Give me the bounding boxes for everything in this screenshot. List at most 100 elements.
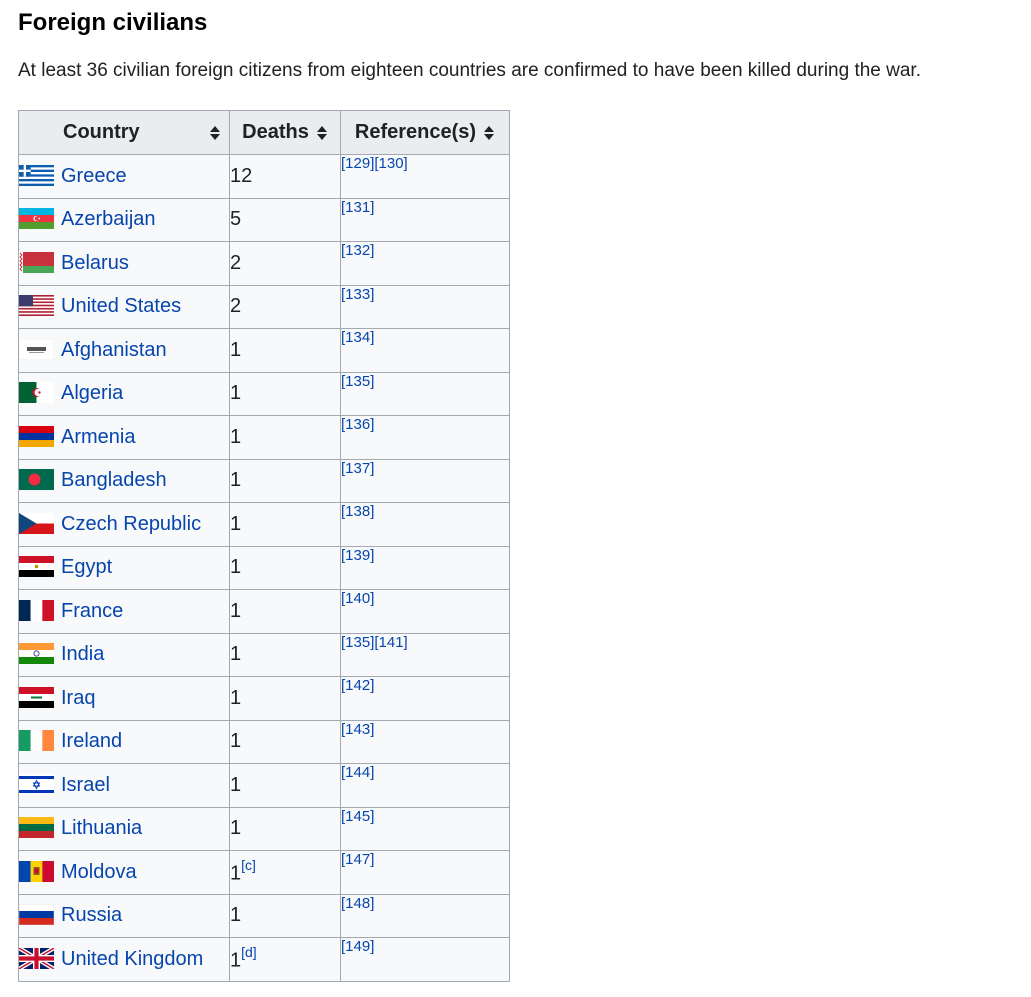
foreign-civilians-table: Country Deaths Reference(s) Greece 12 [129… [18,110,510,982]
india-flag-icon [19,643,54,665]
table-row: Egypt 1 [139] [18,545,510,590]
reference-link[interactable]: [149] [341,938,374,955]
reference-link[interactable]: [135][141] [341,634,408,651]
section-intro: At least 36 civilian foreign citizens fr… [18,60,921,81]
deaths-cell: 2 [229,284,341,329]
country-cell: India [18,632,230,677]
country-link[interactable]: Ireland [61,730,122,752]
israel-flag-icon [19,773,54,795]
country-cell: Afghanistan [18,328,230,373]
country-link[interactable]: Egypt [61,556,112,578]
reference-link[interactable]: [133] [341,286,374,303]
reference-link[interactable]: [148] [341,895,374,912]
reference-cell: [139] [340,545,510,590]
reference-cell: [149] [340,937,510,982]
country-cell: Bangladesh [18,458,230,503]
country-cell: Azerbaijan [18,197,230,242]
country-link[interactable]: Armenia [61,426,135,448]
reference-link[interactable]: [144] [341,764,374,781]
deaths-cell: 1 [229,806,341,851]
deaths-cell: 1 [229,458,341,503]
lithuania-flag-icon [19,817,54,839]
deaths-value: 1 [230,773,242,796]
reference-cell: [136] [340,415,510,460]
country-link[interactable]: United Kingdom [61,948,203,970]
reference-link[interactable]: [139] [341,547,374,564]
country-cell: United States [18,284,230,329]
reference-cell: [135][141] [340,632,510,677]
country-cell: Lithuania [18,806,230,851]
reference-link[interactable]: [142] [341,677,374,694]
country-cell: France [18,589,230,634]
country-link[interactable]: Afghanistan [61,339,167,361]
table-row: Bangladesh 1 [137] [18,458,510,503]
country-link[interactable]: France [61,600,123,622]
deaths-value: 1 [230,469,242,492]
united-states-flag-icon [19,295,54,317]
country-link[interactable]: United States [61,295,181,317]
deaths-value: 2 [230,251,242,274]
sort-icon[interactable] [484,125,495,141]
reference-link[interactable]: [140] [341,590,374,607]
reference-link[interactable]: [134] [341,329,374,346]
reference-link[interactable]: [145] [341,808,374,825]
iraq-flag-icon [19,686,54,708]
reference-link[interactable]: [136] [341,416,374,433]
azerbaijan-flag-icon [19,208,54,230]
deaths-cell: 1 [229,763,341,808]
deaths-cell: 1 [229,893,341,938]
country-column-header[interactable]: Country [18,110,230,155]
table-row: Iraq 1 [142] [18,676,510,721]
reference-cell: [140] [340,589,510,634]
reference-cell: [132] [340,241,510,286]
reference-link[interactable]: [135] [341,373,374,390]
footnote-link[interactable]: [d] [241,944,257,960]
sort-icon[interactable] [210,125,221,141]
country-link[interactable]: Russia [61,904,122,926]
table-row: Armenia 1 [136] [18,415,510,460]
sort-icon[interactable] [316,125,328,141]
reference-link[interactable]: [129][130] [341,155,408,172]
country-link[interactable]: Greece [61,165,127,187]
deaths-cell: 5 [229,197,341,242]
reference-link[interactable]: [143] [341,721,374,738]
country-link[interactable]: Belarus [61,252,129,274]
reference-cell: [145] [340,806,510,851]
country-link[interactable]: Moldova [61,861,137,883]
reference-cell: [142] [340,676,510,721]
country-cell: Czech Republic [18,502,230,547]
deaths-column-header[interactable]: Deaths [229,110,341,155]
deaths-value: 1 [230,686,242,709]
reference-link[interactable]: [147] [341,851,374,868]
deaths-cell: 2 [229,241,341,286]
reference-link[interactable]: [138] [341,503,374,520]
deaths-cell: 12 [229,154,341,199]
afghanistan-flag-icon [19,338,54,360]
algeria-flag-icon [19,382,54,404]
country-link[interactable]: Bangladesh [61,469,167,491]
deaths-value: 1 [230,338,242,361]
deaths-cell: 1 [229,632,341,677]
reference-link[interactable]: [131] [341,199,374,216]
reference-cell: [147] [340,850,510,895]
country-link[interactable]: Lithuania [61,817,142,839]
reference-link[interactable]: [132] [341,242,374,259]
country-link[interactable]: India [61,643,104,665]
country-link[interactable]: Iraq [61,687,95,709]
country-link[interactable]: Czech Republic [61,513,201,535]
country-link[interactable]: Algeria [61,382,123,404]
moldova-flag-icon [19,860,54,882]
reference-cell: [129][130] [340,154,510,199]
country-cell: Armenia [18,415,230,460]
country-link[interactable]: Azerbaijan [61,208,156,230]
reference-link[interactable]: [137] [341,460,374,477]
country-cell: Russia [18,893,230,938]
references-column-header[interactable]: Reference(s) [340,110,510,155]
footnote-link[interactable]: [c] [241,857,256,873]
belarus-flag-icon [19,251,54,273]
country-link[interactable]: Israel [61,774,110,796]
deaths-value: 1 [230,599,242,622]
references-header-label: Reference(s) [354,121,477,143]
reference-cell: [134] [340,328,510,373]
reference-cell: [143] [340,719,510,764]
